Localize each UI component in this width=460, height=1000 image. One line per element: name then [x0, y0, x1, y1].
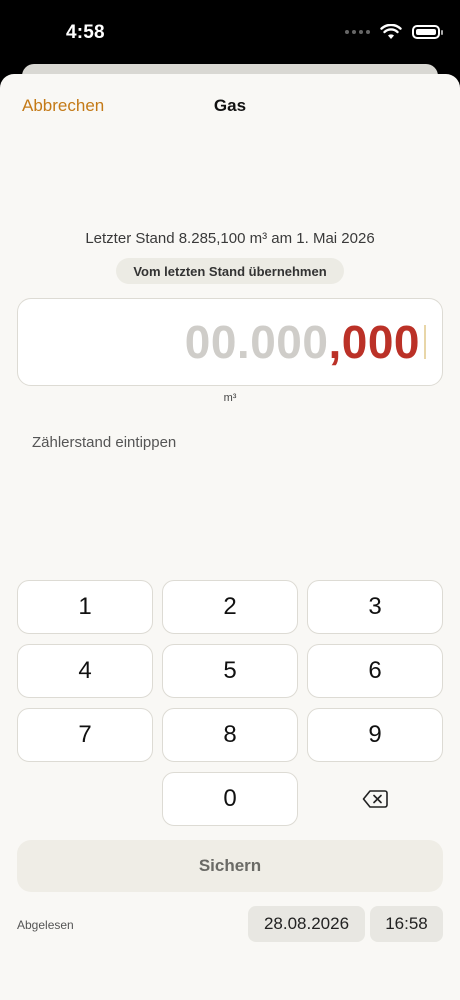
key-8[interactable]: 8: [162, 708, 298, 762]
last-reading-text: Letzter Stand 8.285,100 m³ am 1. Mai 202…: [85, 230, 375, 247]
reading-value: 00.000,000: [185, 315, 420, 369]
backspace-icon: [362, 790, 388, 808]
key-6[interactable]: 6: [307, 644, 443, 698]
key-1[interactable]: 1: [17, 580, 153, 634]
unit-label: m³: [223, 392, 237, 404]
battery-icon: [412, 25, 443, 39]
key-5[interactable]: 5: [162, 644, 298, 698]
text-cursor: [424, 325, 426, 359]
key-3[interactable]: 3: [307, 580, 443, 634]
adopt-last-reading-button[interactable]: Vom letzten Stand übernehmen: [116, 258, 344, 284]
status-icons: [345, 24, 443, 40]
date-picker-button[interactable]: 28.08.2026: [248, 906, 365, 942]
reading-separator: ,: [328, 316, 342, 368]
key-7[interactable]: 7: [17, 708, 153, 762]
reading-integer: 00.000: [184, 316, 329, 368]
cellular-signal-icon: [345, 30, 370, 34]
input-hint: Zählerstand eintippen: [32, 434, 177, 451]
meter-reading-sheet: Abbrechen Gas Letzter Stand 8.285,100 m³…: [0, 74, 460, 1000]
read-at-label: Abgelesen: [17, 918, 74, 932]
meter-reading-field[interactable]: 00.000,000: [17, 298, 443, 386]
key-2[interactable]: 2: [162, 580, 298, 634]
key-9[interactable]: 9: [307, 708, 443, 762]
key-4[interactable]: 4: [17, 644, 153, 698]
time-picker-button[interactable]: 16:58: [370, 906, 443, 942]
save-button[interactable]: Sichern: [17, 840, 443, 892]
reading-decimals: 000: [341, 316, 420, 368]
status-time: 4:58: [66, 22, 105, 43]
page-title: Gas: [213, 96, 247, 115]
key-0[interactable]: 0: [162, 772, 298, 826]
status-bar: 4:58: [0, 0, 460, 70]
wifi-icon: [380, 24, 402, 39]
delete-key[interactable]: [307, 772, 443, 826]
